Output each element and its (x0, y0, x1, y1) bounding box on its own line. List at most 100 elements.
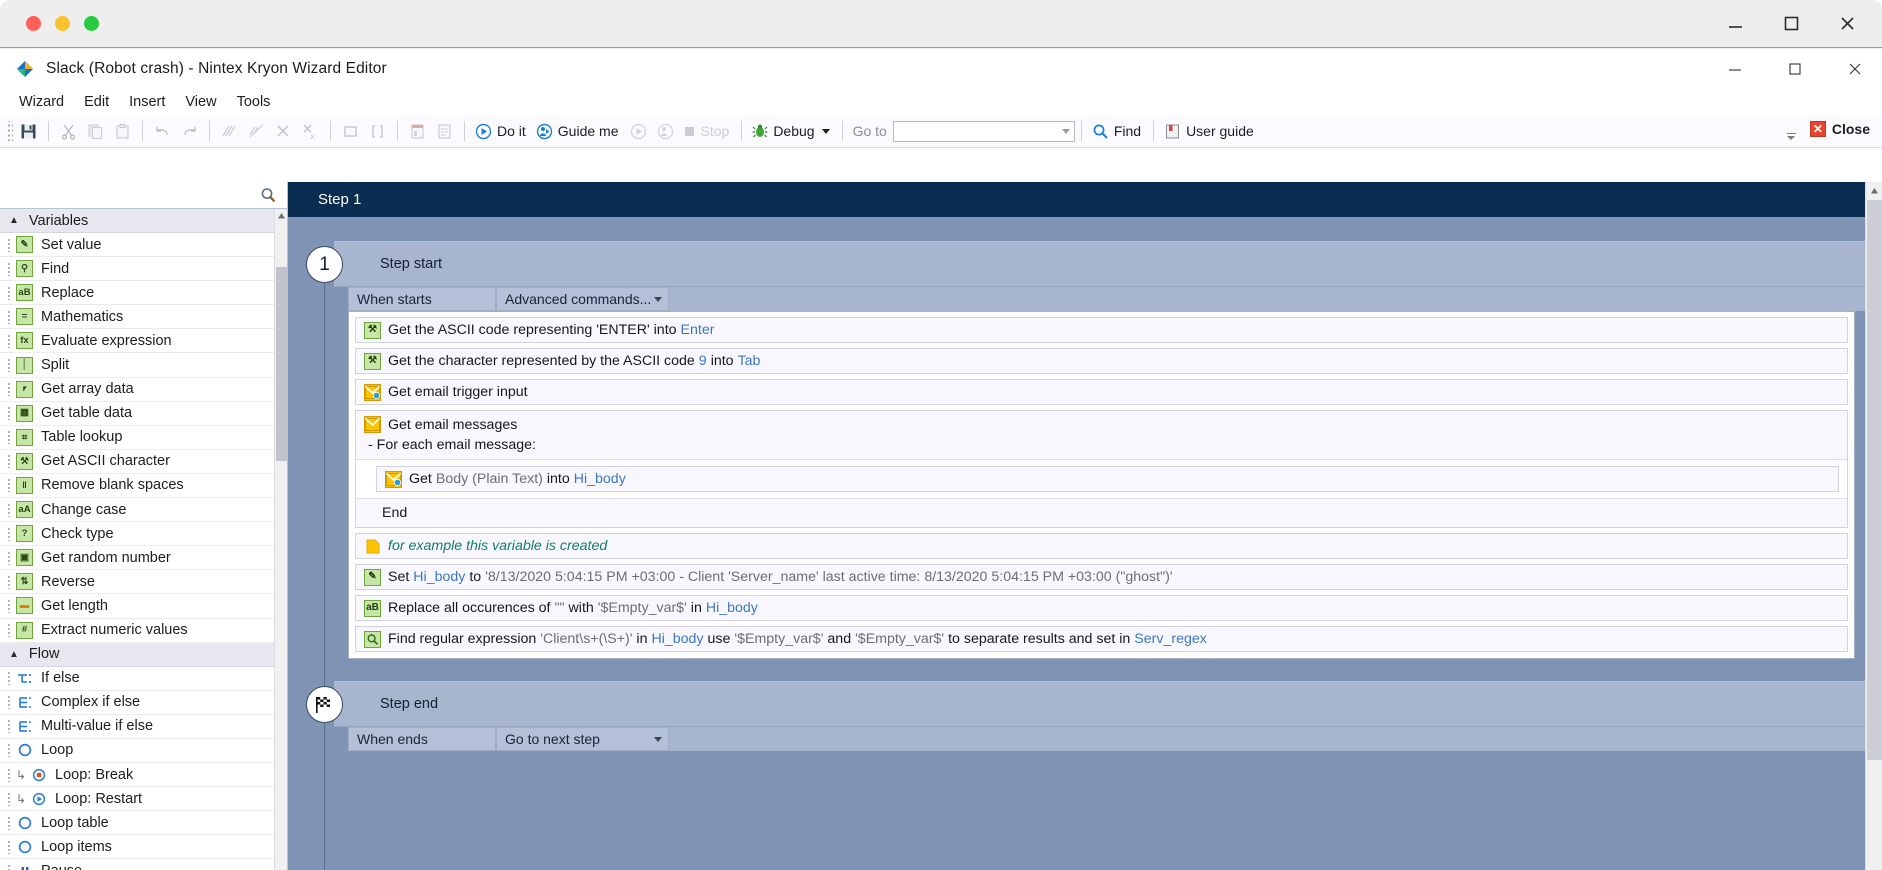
search-icon[interactable] (260, 187, 277, 204)
step-start-bar[interactable]: Step start (334, 241, 1865, 287)
drag-handle-icon[interactable] (7, 262, 12, 276)
variable-link[interactable]: Serv_regex (1134, 631, 1207, 647)
debug-button[interactable]: Debug (748, 118, 835, 145)
drag-handle-icon[interactable] (7, 864, 12, 870)
stop-button[interactable]: Stop (679, 118, 736, 145)
step-guide-button[interactable] (652, 118, 679, 145)
find-button[interactable]: Find (1088, 118, 1147, 145)
drag-handle-icon[interactable] (7, 719, 12, 733)
drag-handle-icon[interactable] (7, 695, 12, 709)
drag-handle-icon[interactable] (7, 238, 12, 252)
variable-link[interactable]: Tab (738, 353, 761, 369)
sidebar-item-mathematics[interactable]: = Mathematics (0, 305, 287, 329)
sidebar-item-loop[interactable]: Loop (0, 739, 287, 763)
redo-button[interactable] (176, 118, 203, 145)
action-replace-occurrences[interactable]: aB Replace all occurences of "" with '$E… (355, 595, 1848, 621)
goto-combobox[interactable] (893, 121, 1075, 142)
sidebar-item-get-length[interactable]: ▬ Get length (0, 594, 287, 618)
drag-handle-icon[interactable] (7, 310, 12, 324)
undo-button[interactable] (149, 118, 176, 145)
action-get-ascii-code-enter[interactable]: ⚒ Get the ASCII code representing 'ENTER… (355, 317, 1848, 343)
chevron-down-icon[interactable] (654, 737, 662, 742)
menu-item-edit[interactable]: Edit (74, 92, 119, 112)
drag-handle-icon[interactable] (7, 768, 12, 782)
action-get-email-trigger-input[interactable]: Get email trigger input (355, 379, 1848, 405)
drag-handle-icon[interactable] (7, 743, 12, 757)
chevron-up-icon[interactable]: ▲ (9, 649, 19, 660)
sidebar-group-flow[interactable]: ▲ Flow (0, 643, 287, 667)
step-play-button[interactable] (625, 118, 652, 145)
sidebar-item-evaluate-expression[interactable]: fx Evaluate expression (0, 329, 287, 353)
sidebar-item-table-lookup[interactable]: ⌗ Table lookup (0, 426, 287, 450)
variable-link[interactable]: Hi_body (574, 471, 626, 487)
highlight-all-icon[interactable] (216, 118, 243, 145)
sidebar-item-get-table-data[interactable]: ▦ Get table data (0, 402, 287, 426)
action-comment-note[interactable]: for example this variable is created (355, 533, 1848, 559)
sidebar-item-split[interactable]: │ Split (0, 353, 287, 377)
drag-handle-icon[interactable] (7, 503, 12, 517)
user-guide-button[interactable]: User guide (1160, 118, 1260, 145)
sidebar-item-reverse[interactable]: ⇅ Reverse (0, 570, 287, 594)
sidebar-item-loop-restart[interactable]: ↳ Loop: Restart (0, 787, 287, 811)
os-minimize-dot[interactable] (55, 16, 70, 31)
save-button[interactable] (15, 118, 42, 145)
drag-handle-icon[interactable] (7, 575, 12, 589)
variable-link[interactable]: Hi_body (651, 631, 703, 647)
drag-handle-icon[interactable] (7, 671, 12, 685)
app-minimize-icon[interactable] (1724, 57, 1746, 81)
menu-item-view[interactable]: View (175, 92, 226, 112)
email-field-value[interactable]: Body (Plain Text) (436, 471, 543, 487)
sidebar-item-find[interactable]: ⚲ Find (0, 257, 287, 281)
action-set-hi-body[interactable]: ✎ Set Hi_body to '8/13/2020 5:04:15 PM +… (355, 564, 1848, 590)
copy-button[interactable] (82, 118, 109, 145)
drag-handle-icon[interactable] (7, 358, 12, 372)
replace-search-value[interactable]: "" (554, 600, 564, 616)
drag-handle-icon[interactable] (7, 623, 12, 637)
app-maximize-icon[interactable] (1784, 57, 1806, 81)
drag-handle-icon[interactable] (7, 382, 12, 396)
os-minimize-icon[interactable] (1722, 8, 1748, 38)
hide-highlight-icon[interactable] (243, 118, 270, 145)
os-close-icon[interactable] (1834, 8, 1860, 38)
brackets-icon[interactable] (364, 118, 391, 145)
os-close-dot[interactable] (26, 16, 41, 31)
step-end-bar[interactable]: Step end (334, 681, 1865, 727)
sidebar-item-complex-if-else[interactable]: Complex if else (0, 691, 287, 715)
sidebar-item-multi-value-if-else[interactable]: Multi-value if else (0, 715, 287, 739)
sidebar-item-loop-break[interactable]: ↳ Loop: Break (0, 763, 287, 787)
regex-separator-2[interactable]: '$Empty_var$' (855, 631, 944, 647)
sidebar-item-pause[interactable]: Pause (0, 859, 287, 870)
drag-handle-icon[interactable] (7, 599, 12, 613)
toolbar-grip[interactable] (6, 121, 13, 141)
sidebar-item-check-type[interactable]: ? Check type (0, 522, 287, 546)
drag-handle-icon[interactable] (7, 792, 12, 806)
drag-handle-icon[interactable] (7, 286, 12, 300)
ascii-code-value[interactable]: 9 (699, 353, 707, 369)
set-value-literal[interactable]: '8/13/2020 5:04:15 PM +03:00 - Client 'S… (485, 569, 1172, 585)
variable-link[interactable]: Hi_body (413, 569, 465, 585)
canvas-scrollbar-thumb[interactable] (1867, 200, 1882, 760)
sidebar-item-loop-table[interactable]: Loop table (0, 811, 287, 835)
action-get-email-messages-group[interactable]: Get email messages - For each email mess… (355, 410, 1848, 528)
sidebar-item-loop-items[interactable]: Loop items (0, 835, 287, 859)
sidebar-item-get-random-number[interactable]: ▣ Get random number (0, 546, 287, 570)
drag-handle-icon[interactable] (7, 551, 12, 565)
replace-with-value[interactable]: '$Empty_var$' (598, 600, 687, 616)
sidebar-item-get-ascii-character[interactable]: ⚒ Get ASCII character (0, 450, 287, 474)
sidebar-item-get-array-data[interactable]: ⎖ Get array data (0, 378, 287, 402)
action-get-character-from-ascii[interactable]: ⚒ Get the character represented by the A… (355, 348, 1848, 374)
drag-handle-icon[interactable] (7, 454, 12, 468)
scroll-up-arrow-icon[interactable] (275, 209, 287, 223)
action-get-email-body[interactable]: Get Body (Plain Text) into Hi_body (376, 466, 1839, 492)
delete-icon[interactable] (270, 118, 297, 145)
sidebar-group-variables[interactable]: ▲ Variables (0, 209, 287, 233)
sidebar-item-set-value[interactable]: ✎ Set value (0, 233, 287, 257)
drag-handle-icon[interactable] (7, 527, 12, 541)
drag-handle-icon[interactable] (7, 334, 12, 348)
drag-handle-icon[interactable] (7, 816, 12, 830)
sidebar-item-extract-numeric-values[interactable]: # Extract numeric values (0, 619, 287, 643)
page-properties-icon[interactable] (404, 118, 431, 145)
drag-handle-icon[interactable] (7, 840, 12, 854)
guide-me-button[interactable]: Guide me (532, 118, 625, 145)
sidebar-item-replace[interactable]: aB Replace (0, 281, 287, 305)
